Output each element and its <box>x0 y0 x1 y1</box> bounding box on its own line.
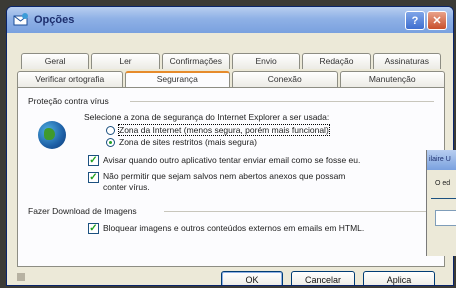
tab-verificar-ortografia[interactable]: Verificar ortografia <box>17 71 123 87</box>
help-button[interactable]: ? <box>405 11 425 30</box>
background-window-title[interactable]: ilaire U <box>427 150 456 170</box>
background-window-text: O ed <box>435 180 451 187</box>
options-dialog: Opções ? ✕ Geral Ler Confirmações Envio … <box>6 6 454 286</box>
checkbox-block-attachments-label[interactable]: Não permitir que sejam salvos nem aberto… <box>103 171 345 181</box>
checkbox-block-attachments[interactable]: ✓ <box>88 172 99 183</box>
checkbox-warn-send-label[interactable]: Avisar quando outro aplicativo tentar en… <box>103 155 360 165</box>
window-title: Opções <box>34 14 75 26</box>
tab-redacao[interactable]: Redação <box>302 53 371 69</box>
zone-prompt: Selecione a zona de segurança do Interne… <box>84 112 330 122</box>
download-group-divider <box>164 211 434 212</box>
checkbox-block-images-label[interactable]: Bloquear imagens e outros conteúdos exte… <box>103 223 364 233</box>
radio-internet-zone[interactable] <box>106 126 115 135</box>
tab-conexao[interactable]: Conexão <box>232 71 338 87</box>
tab-manutencao[interactable]: Manutenção <box>339 71 445 87</box>
tab-confirmacoes[interactable]: Confirmações <box>161 53 230 69</box>
radio-restricted-zone[interactable] <box>106 138 115 147</box>
tab-row-bottom: Verificar ortografia Segurança Conexão M… <box>17 71 445 87</box>
title-bar[interactable]: Opções ? ✕ <box>7 7 453 33</box>
outlook-express-icon <box>13 13 29 27</box>
tab-ler[interactable]: Ler <box>91 53 160 69</box>
tab-assinaturas[interactable]: Assinaturas <box>372 53 441 69</box>
background-window-input[interactable] <box>435 210 456 226</box>
radio-restricted-zone-label[interactable]: Zona de sites restritos (mais segura) <box>119 137 257 147</box>
close-icon: ✕ <box>432 15 442 27</box>
virus-group-divider <box>130 101 434 102</box>
tab-seguranca[interactable]: Segurança <box>124 71 230 87</box>
background-window: ilaire U O ed <box>426 150 456 256</box>
checkbox-block-images[interactable]: ✓ <box>88 223 99 234</box>
tab-row-top: Geral Ler Confirmações Envio Redação Ass… <box>17 53 445 69</box>
globe-icon <box>38 121 66 149</box>
download-group-label: Fazer Download de Imagens <box>28 206 137 216</box>
ok-button[interactable]: OK <box>221 271 283 285</box>
checkbox-block-attachments-label-line2: conter vírus. <box>103 182 150 192</box>
security-panel: Proteção contra vírus Selecione a zona d… <box>17 87 445 267</box>
background-window-divider <box>431 198 456 199</box>
apply-button[interactable]: Aplica <box>363 271 435 285</box>
radio-internet-zone-label[interactable]: Zona da Internet (menos segura, porém ma… <box>118 124 330 136</box>
checkbox-warn-send[interactable]: ✓ <box>88 155 99 166</box>
tab-strip: Geral Ler Confirmações Envio Redação Ass… <box>17 53 445 87</box>
help-icon: ? <box>411 14 419 27</box>
tab-envio[interactable]: Envio <box>231 53 301 69</box>
cancel-button[interactable]: Cancelar <box>291 271 355 285</box>
close-button[interactable]: ✕ <box>427 11 447 30</box>
virus-group-label: Proteção contra vírus <box>28 96 109 106</box>
tab-geral[interactable]: Geral <box>21 53 90 69</box>
status-grip <box>17 273 25 281</box>
